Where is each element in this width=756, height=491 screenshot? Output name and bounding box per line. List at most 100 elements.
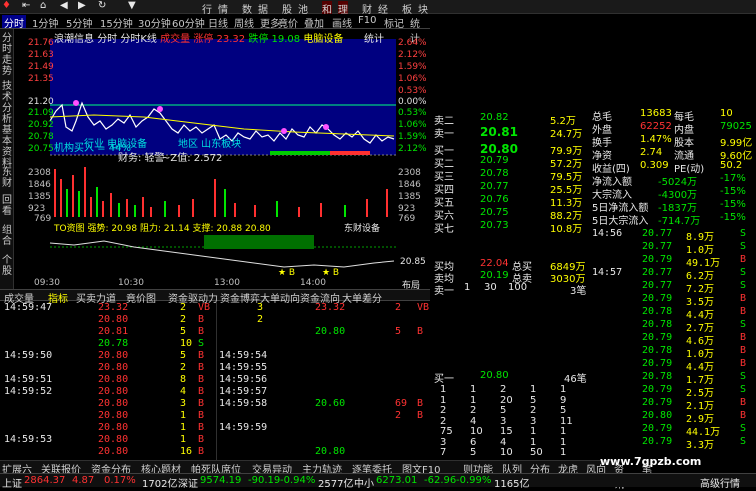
- trade-row[interactable]: [217, 434, 430, 446]
- trade-row[interactable]: 14:59:52 20.80 4 B: [0, 386, 215, 398]
- buy-order-row[interactable]: 买三 20.78 79.5万: [432, 168, 590, 183]
- trade-row[interactable]: 20.80 16 B: [0, 446, 215, 458]
- tick-row[interactable]: 20.79 3.5万 B: [590, 293, 756, 308]
- vtab-intraday[interactable]: 分时走势: [1, 33, 13, 77]
- tick-row[interactable]: 20.79 2.5万 S: [590, 384, 756, 399]
- trade-row[interactable]: 20.80 1 B: [0, 422, 215, 434]
- tick-row[interactable]: 20.78 1.0万 B: [590, 345, 756, 360]
- trade-row[interactable]: 14:59:56: [217, 374, 430, 386]
- trade-row[interactable]: 14:59:55: [217, 362, 430, 374]
- chart-mode[interactable]: 分时: [97, 34, 117, 45]
- tab-1min[interactable]: 1分钟: [30, 15, 60, 30]
- sell-order-row[interactable]: 卖一 20.81 24.7万: [432, 125, 590, 140]
- stat-value: 0.309: [640, 160, 669, 171]
- trade-flag: B: [198, 410, 205, 421]
- refresh-icon[interactable]: ↻: [98, 0, 106, 11]
- trade-row[interactable]: 20.80 1 B: [0, 410, 215, 422]
- trade-row[interactable]: [217, 338, 430, 350]
- tick-row[interactable]: 20.78 1.7万 S: [590, 371, 756, 386]
- tab-60min[interactable]: 60分钟: [170, 15, 207, 30]
- tab-draw[interactable]: 画线: [330, 15, 354, 30]
- tab-15min[interactable]: 15分钟: [98, 15, 135, 30]
- tick-row[interactable]: 20.79 2.1万 B: [590, 397, 756, 412]
- tab-intraday[interactable]: 分时: [2, 15, 26, 30]
- toolbar-icon-1[interactable]: ⇤: [22, 0, 30, 11]
- trade-row[interactable]: 14:59:50 20.80 5 B: [0, 350, 215, 362]
- buy-order-row[interactable]: 买七 20.73 10.8万: [432, 220, 590, 235]
- tick-time: 14:57: [592, 267, 623, 278]
- index-pct: -0.99%: [456, 475, 492, 486]
- tab-overlay[interactable]: 叠加: [302, 15, 326, 30]
- intraday-chart[interactable]: ★ B ★ B 浪潮信息 分时 分时K线 成交量 涨停 23.32 跌停 19.…: [14, 29, 426, 287]
- tick-row[interactable]: 20.79 4.4万 B: [590, 358, 756, 373]
- buy-order-row[interactable]: 买四 20.77 25.5万: [432, 181, 590, 196]
- tick-row[interactable]: 20.77 7.2万 S: [590, 280, 756, 295]
- vtab-portfolio[interactable]: 组合: [1, 225, 13, 247]
- advanced-quotes-button[interactable]: 高级行情: [700, 475, 740, 490]
- tick-row[interactable]: 20.78 4.4万 B: [590, 306, 756, 321]
- chart-mode-k[interactable]: 分时K线: [120, 34, 157, 45]
- vtab-stock[interactable]: 个股: [1, 255, 13, 277]
- trade-row[interactable]: 14:59:58 20.60 69 B: [217, 398, 430, 410]
- vtab-technical[interactable]: 技术分析: [1, 81, 13, 125]
- trade-row[interactable]: 14:59:51 20.80 8 B: [0, 374, 215, 386]
- queue-cell: 10: [500, 447, 513, 458]
- trade-row[interactable]: 2B: [217, 410, 430, 422]
- tick-row[interactable]: 20.79 44.1万 S: [590, 423, 756, 438]
- tab-daily[interactable]: 日线: [206, 15, 230, 30]
- tick-row[interactable]: 20.80 2.9万 B: [590, 410, 756, 425]
- stat-value: 62252: [640, 121, 672, 132]
- trade-volume: 4: [180, 386, 187, 397]
- order-price: 20.75: [480, 207, 509, 218]
- buy-order-row[interactable]: 买一 20.80 79.9万: [432, 142, 590, 157]
- buy-order-row[interactable]: 买二 20.79 57.2万: [432, 155, 590, 170]
- trade-time: 14:59:54: [219, 350, 268, 361]
- tab-mark[interactable]: 标记: [382, 15, 406, 30]
- trade-time: 14:59:56: [219, 374, 268, 385]
- sell1-queue-row[interactable]: 卖一 1 30 100 3笔: [432, 282, 590, 297]
- trade-row[interactable]: 14:59:57: [217, 386, 430, 398]
- trade-row[interactable]: 14:59:53 20.80 1 B: [0, 434, 215, 446]
- trade-row[interactable]: 20.80 3 B: [0, 398, 215, 410]
- trade-row[interactable]: 20.80 5 B: [217, 326, 430, 338]
- buy-order-row[interactable]: 买六 20.75 88.2万: [432, 207, 590, 222]
- tick-row[interactable]: 20.78 2.7万 S: [590, 319, 756, 334]
- tick-row[interactable]: 14:57 20.77 6.2万 S: [590, 267, 756, 282]
- trade-row[interactable]: 20.80: [217, 446, 430, 458]
- trade-row[interactable]: 14:59:47 23.32 2 VB: [0, 302, 215, 314]
- tick-row[interactable]: 14:56 20.77 8.9万 S: [590, 228, 756, 243]
- tick-row[interactable]: 20.77 1.0万 S: [590, 241, 756, 256]
- vtab-eastmoney[interactable]: 东财: [1, 167, 13, 189]
- back-icon[interactable]: ◀: [60, 0, 68, 11]
- expand-icon[interactable]: ▼: [128, 0, 136, 11]
- trade-row[interactable]: 20.80 2 B: [0, 314, 215, 326]
- stats-button[interactable]: 统计: [364, 30, 384, 45]
- trade-row[interactable]: 20.81 5 B: [0, 326, 215, 338]
- home-icon[interactable]: ⌂: [40, 0, 46, 11]
- trade-row[interactable]: 20.78 10 S: [0, 338, 215, 350]
- stat-row: 5日净流入额 -1837万 -15%: [590, 199, 756, 214]
- tab-f10[interactable]: F10: [356, 15, 378, 28]
- forward-icon[interactable]: ▶: [78, 0, 86, 11]
- vtab-fundamentals[interactable]: 基本资料: [1, 125, 13, 169]
- tick-row[interactable]: 20.79 3.3万 S: [590, 436, 756, 451]
- queue-cell: 50: [530, 447, 543, 458]
- tab-auction[interactable]: 竟价: [276, 15, 300, 30]
- tick-row[interactable]: 20.79 4.6万 B: [590, 332, 756, 347]
- tab-30min[interactable]: 30分钟: [136, 15, 173, 30]
- tick-row[interactable]: 20.79 49.1万 B: [590, 254, 756, 269]
- vtab-review[interactable]: 回看: [1, 195, 13, 217]
- tab-5min[interactable]: 5分钟: [64, 15, 94, 30]
- trade-row[interactable]: 14:59:54: [217, 350, 430, 362]
- tick-flag: B: [740, 345, 747, 356]
- sell-order-row[interactable]: 卖二 20.82 5.2万: [432, 112, 590, 127]
- buy-order-row[interactable]: 买五 20.76 11.3万: [432, 194, 590, 209]
- trade-row[interactable]: 20.80 2 B: [0, 362, 215, 374]
- trade-row[interactable]: 3 23.32 2 VB: [217, 302, 430, 314]
- tab-stats[interactable]: 统计: [408, 15, 430, 45]
- trade-row[interactable]: 2: [217, 314, 430, 326]
- order-price: 20.73: [480, 220, 509, 231]
- tab-weekly[interactable]: 周线: [232, 15, 256, 30]
- buy1-queue-row[interactable]: 买一 20.80 46笔: [432, 370, 590, 385]
- trade-row[interactable]: 14:59:59: [217, 422, 430, 434]
